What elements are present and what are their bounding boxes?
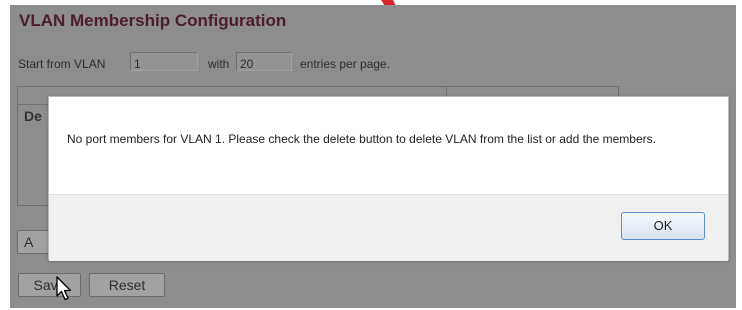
dialog-footer: OK — [49, 194, 728, 261]
mouse-pointer-icon — [56, 276, 72, 301]
screen-overlay: VLAN Membership Configuration Start from… — [10, 5, 736, 308]
entries-per-page-input[interactable]: 20 — [236, 52, 292, 71]
reset-button[interactable]: Reset — [89, 273, 165, 297]
with-label: with — [208, 57, 230, 71]
page-title: VLAN Membership Configuration — [19, 11, 287, 30]
entries-per-page-label: entries per page. — [300, 57, 391, 71]
alert-dialog: No port members for VLAN 1. Please check… — [48, 96, 729, 261]
delete-column-header: De — [24, 108, 42, 124]
ok-button[interactable]: OK — [621, 212, 705, 240]
start-from-label: Start from VLAN — [18, 57, 106, 71]
dialog-message: No port members for VLAN 1. Please check… — [67, 132, 656, 146]
start-vlan-input[interactable]: 1 — [130, 52, 198, 71]
